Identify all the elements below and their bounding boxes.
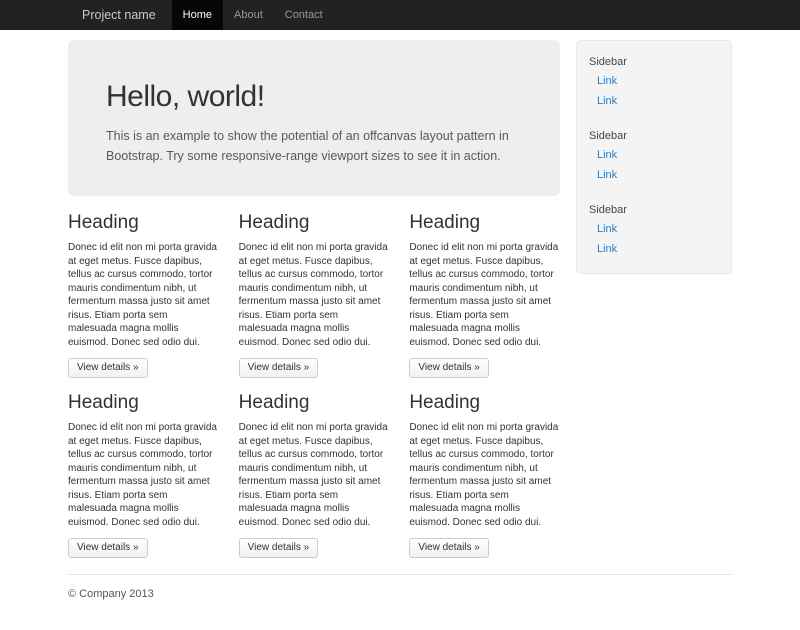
card-heading: Heading bbox=[68, 392, 219, 414]
sidebar-heading: Sidebar bbox=[577, 201, 731, 219]
sidebar-link[interactable]: Link bbox=[577, 219, 731, 239]
view-details-button[interactable]: View details » bbox=[68, 358, 148, 378]
view-details-button[interactable]: View details » bbox=[409, 538, 489, 558]
sidebar-heading: Sidebar bbox=[577, 53, 731, 71]
card-body: Donec id elit non mi porta gravida at eg… bbox=[68, 421, 219, 529]
view-details-button[interactable]: View details » bbox=[239, 538, 319, 558]
sidebar-link[interactable]: Link bbox=[577, 165, 731, 185]
sidebar-group: Sidebar Link Link bbox=[577, 201, 731, 259]
card-body: Donec id elit non mi porta gravida at eg… bbox=[409, 241, 560, 349]
card: Heading Donec id elit non mi porta gravi… bbox=[68, 212, 219, 378]
navbar-menu: Home About Contact bbox=[172, 0, 334, 30]
brand-link[interactable]: Project name bbox=[68, 0, 172, 30]
content-row: Hello, world! This is an example to show… bbox=[68, 30, 732, 558]
sidebar-heading: Sidebar bbox=[577, 127, 731, 145]
sidebar-column: Sidebar Link Link Sidebar Link Link Side… bbox=[576, 30, 732, 274]
page-container: Hello, world! This is an example to show… bbox=[68, 30, 732, 630]
card: Heading Donec id elit non mi porta gravi… bbox=[239, 212, 390, 378]
cards-grid: Heading Donec id elit non mi porta gravi… bbox=[68, 212, 560, 558]
nav-link-home[interactable]: Home bbox=[172, 0, 223, 30]
card-heading: Heading bbox=[409, 212, 560, 234]
card-heading: Heading bbox=[68, 212, 219, 234]
sidebar-link[interactable]: Link bbox=[577, 145, 731, 165]
navbar: Project name Home About Contact bbox=[0, 0, 800, 30]
jumbotron: Hello, world! This is an example to show… bbox=[68, 40, 560, 196]
card: Heading Donec id elit non mi porta gravi… bbox=[409, 212, 560, 378]
nav-item-about: About bbox=[223, 0, 274, 30]
card: Heading Donec id elit non mi porta gravi… bbox=[239, 392, 390, 558]
card-heading: Heading bbox=[409, 392, 560, 414]
card-body: Donec id elit non mi porta gravida at eg… bbox=[409, 421, 560, 529]
card-body: Donec id elit non mi porta gravida at eg… bbox=[239, 421, 390, 529]
nav-link-about[interactable]: About bbox=[223, 0, 274, 30]
card-heading: Heading bbox=[239, 392, 390, 414]
card: Heading Donec id elit non mi porta gravi… bbox=[409, 392, 560, 558]
view-details-button[interactable]: View details » bbox=[68, 538, 148, 558]
main-column: Hello, world! This is an example to show… bbox=[68, 30, 560, 558]
card-body: Donec id elit non mi porta gravida at eg… bbox=[239, 241, 390, 349]
nav-item-contact: Contact bbox=[274, 0, 334, 30]
sidebar-well: Sidebar Link Link Sidebar Link Link Side… bbox=[576, 40, 732, 274]
sidebar-link[interactable]: Link bbox=[577, 239, 731, 259]
card-heading: Heading bbox=[239, 212, 390, 234]
sidebar-group: Sidebar Link Link bbox=[577, 53, 731, 111]
sidebar-group: Sidebar Link Link bbox=[577, 127, 731, 185]
card: Heading Donec id elit non mi porta gravi… bbox=[68, 392, 219, 558]
copyright-text: © Company 2013 bbox=[68, 588, 154, 600]
sidebar-link[interactable]: Link bbox=[577, 71, 731, 91]
sidebar-link[interactable]: Link bbox=[577, 91, 731, 111]
jumbotron-text: This is an example to show the potential… bbox=[106, 126, 522, 166]
navbar-inner: Project name Home About Contact bbox=[68, 0, 732, 30]
jumbotron-title: Hello, world! bbox=[106, 80, 522, 114]
footer: © Company 2013 bbox=[68, 574, 732, 630]
view-details-button[interactable]: View details » bbox=[409, 358, 489, 378]
nav-item-home: Home bbox=[172, 0, 223, 30]
view-details-button[interactable]: View details » bbox=[239, 358, 319, 378]
card-body: Donec id elit non mi porta gravida at eg… bbox=[68, 241, 219, 349]
nav-link-contact[interactable]: Contact bbox=[274, 0, 334, 30]
